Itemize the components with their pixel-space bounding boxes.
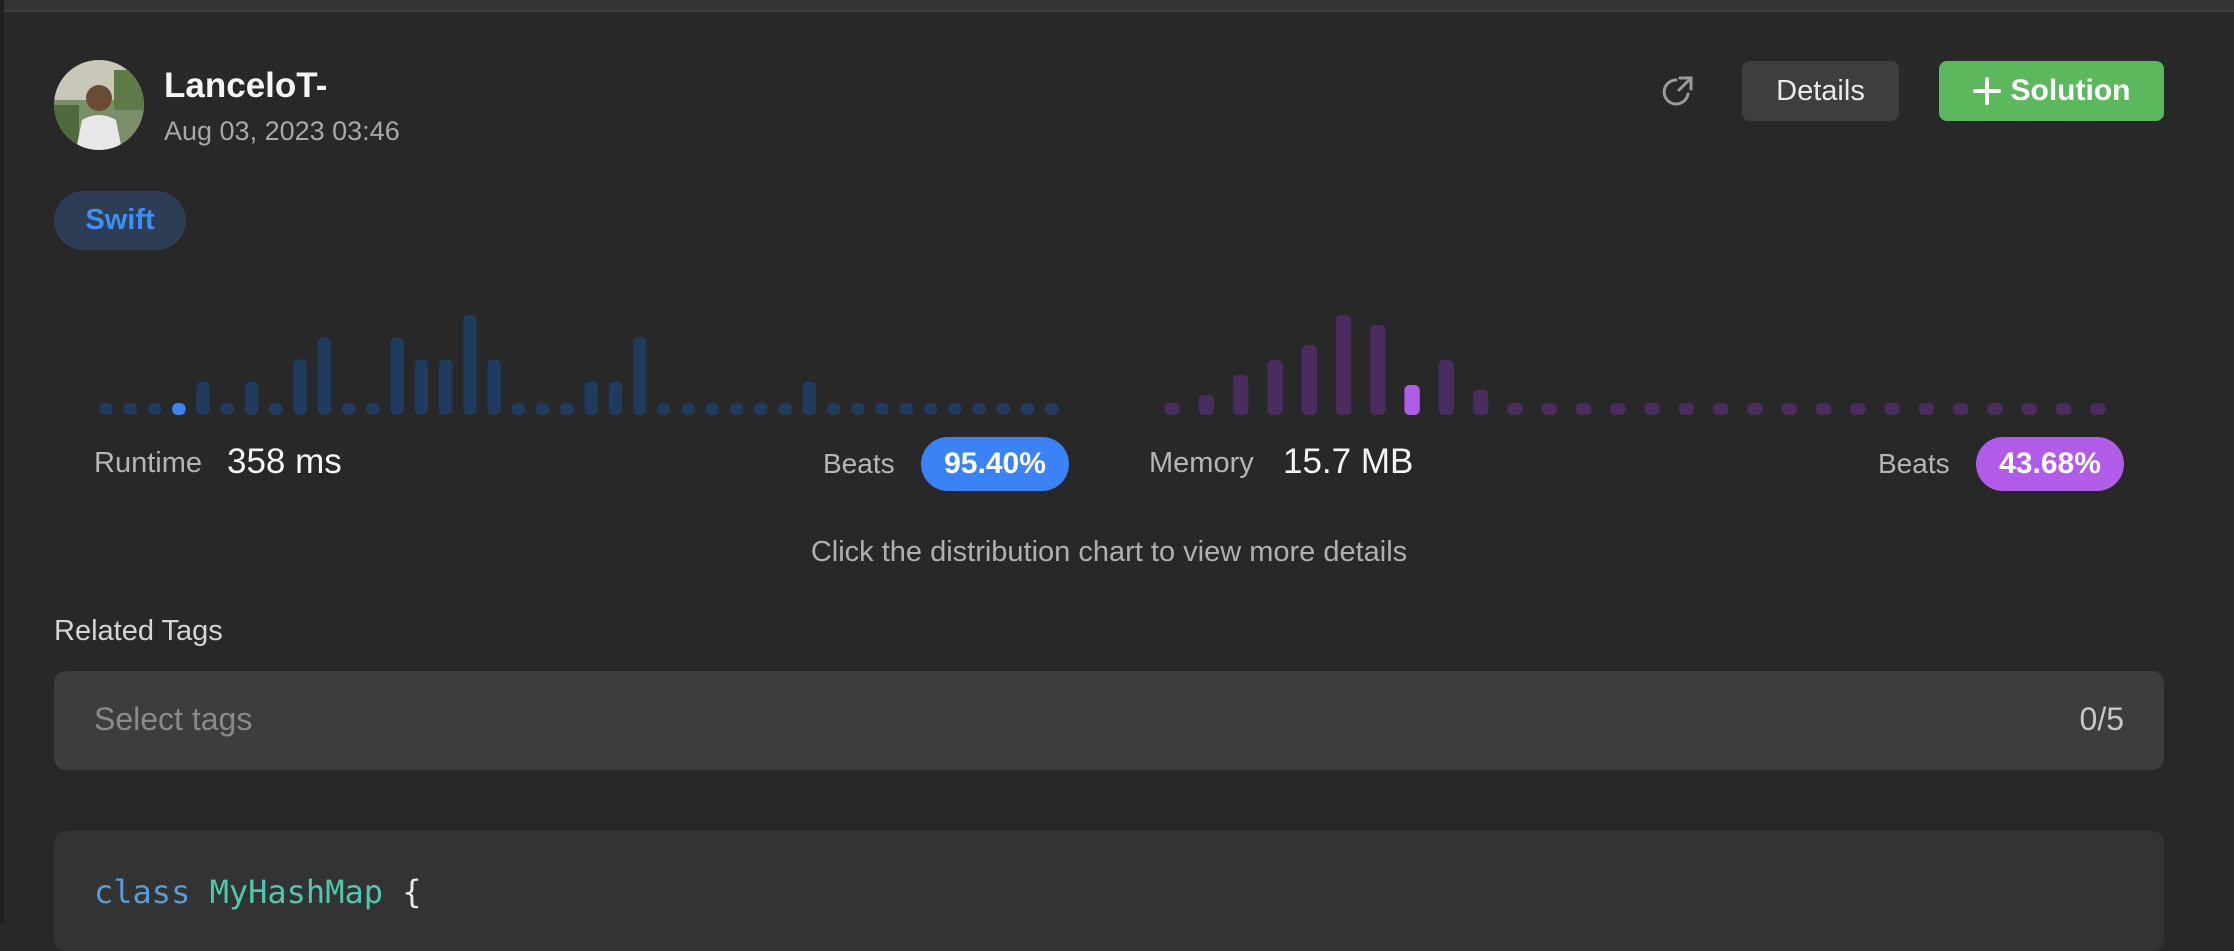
related-tags-title: Related Tags bbox=[54, 615, 223, 647]
memory-beats-label: Beats bbox=[1878, 448, 1950, 479]
chart-bar[interactable] bbox=[1781, 403, 1797, 415]
chart-bar[interactable] bbox=[536, 403, 550, 415]
chart-bar[interactable] bbox=[1987, 403, 2003, 415]
chart-bar[interactable] bbox=[1021, 403, 1035, 415]
chart-bar[interactable] bbox=[463, 315, 477, 415]
code-keyword: class bbox=[94, 873, 191, 911]
code-brace: { bbox=[402, 873, 422, 911]
code-type: MyHashMap bbox=[209, 873, 383, 911]
chart-bar[interactable] bbox=[1404, 385, 1420, 415]
chart-bar[interactable] bbox=[414, 359, 428, 415]
runtime-beats-badge: 95.40% bbox=[921, 437, 1069, 491]
chart-bar[interactable] bbox=[439, 359, 453, 415]
tags-count: 0/5 bbox=[2079, 701, 2124, 737]
chart-bar[interactable] bbox=[851, 403, 865, 415]
memory-label: Memory bbox=[1149, 447, 1254, 479]
tags-select[interactable]: Select tags 0/5 bbox=[54, 671, 2164, 770]
details-button[interactable]: Details bbox=[1742, 61, 1899, 121]
chart-bar[interactable] bbox=[172, 403, 186, 415]
chart-bar[interactable] bbox=[317, 337, 331, 415]
chart-bar[interactable] bbox=[220, 403, 234, 415]
language-badge[interactable]: Swift bbox=[54, 191, 186, 250]
chart-bar[interactable] bbox=[802, 381, 816, 415]
chart-bar[interactable] bbox=[1713, 403, 1729, 415]
chart-bar[interactable] bbox=[681, 403, 695, 415]
chart-bar[interactable] bbox=[899, 403, 913, 415]
runtime-beats-label: Beats bbox=[823, 448, 895, 479]
chart-bar[interactable] bbox=[1884, 403, 1900, 415]
chart-bar[interactable] bbox=[584, 381, 598, 415]
chart-bar[interactable] bbox=[1541, 403, 1557, 415]
chart-bar[interactable] bbox=[1233, 375, 1249, 415]
memory-distribution-chart[interactable] bbox=[1155, 300, 2135, 420]
chart-bar[interactable] bbox=[2090, 403, 2106, 415]
chart-bar[interactable] bbox=[511, 403, 525, 415]
chart-bar[interactable] bbox=[948, 403, 962, 415]
share-icon[interactable] bbox=[1658, 72, 1698, 112]
solution-label: Solution bbox=[2010, 74, 2131, 107]
left-divider bbox=[0, 0, 4, 924]
chart-bar[interactable] bbox=[1370, 325, 1386, 415]
chart-bar[interactable] bbox=[123, 403, 137, 415]
chart-bar[interactable] bbox=[269, 403, 283, 415]
chart-bar[interactable] bbox=[1850, 403, 1866, 415]
chart-bar[interactable] bbox=[1507, 403, 1523, 415]
chart-bar[interactable] bbox=[1953, 403, 1969, 415]
chart-bar[interactable] bbox=[1267, 360, 1283, 415]
chart-bar[interactable] bbox=[827, 403, 841, 415]
chart-bar[interactable] bbox=[1747, 403, 1763, 415]
chart-bar[interactable] bbox=[342, 403, 356, 415]
chart-bar[interactable] bbox=[608, 381, 622, 415]
chart-bar[interactable] bbox=[99, 403, 113, 415]
chart-bar[interactable] bbox=[560, 403, 574, 415]
chart-bar[interactable] bbox=[730, 403, 744, 415]
tags-placeholder: Select tags bbox=[94, 701, 253, 737]
memory-value: 15.7 MB bbox=[1283, 442, 1414, 481]
chart-bar[interactable] bbox=[924, 403, 938, 415]
chart-bar[interactable] bbox=[293, 359, 307, 415]
chart-bar[interactable] bbox=[1610, 403, 1626, 415]
chart-bar[interactable] bbox=[1644, 403, 1660, 415]
code-line: class MyHashMap { bbox=[94, 873, 422, 911]
chart-hint: Click the distribution chart to view mor… bbox=[810, 536, 1408, 568]
chart-bar[interactable] bbox=[875, 403, 889, 415]
chart-bar[interactable] bbox=[1045, 403, 1059, 415]
chart-bar[interactable] bbox=[366, 403, 380, 415]
chart-bar[interactable] bbox=[2055, 403, 2072, 415]
chart-bar[interactable] bbox=[1164, 403, 1180, 415]
chart-bar[interactable] bbox=[390, 337, 404, 415]
chart-bar[interactable] bbox=[1301, 345, 1317, 415]
chart-bar[interactable] bbox=[1815, 403, 1832, 415]
chart-bar[interactable] bbox=[1575, 403, 1592, 415]
chart-bar[interactable] bbox=[778, 403, 792, 415]
add-solution-button[interactable]: Solution bbox=[1939, 61, 2164, 121]
plus-icon bbox=[1972, 77, 2001, 105]
runtime-distribution-chart[interactable] bbox=[94, 300, 1074, 420]
submission-date: Aug 03, 2023 03:46 bbox=[164, 116, 400, 146]
chart-bar[interactable] bbox=[1198, 395, 1215, 415]
chart-bar[interactable] bbox=[148, 403, 162, 415]
username[interactable]: LanceloT- bbox=[164, 66, 327, 106]
chart-bar[interactable] bbox=[1473, 390, 1489, 415]
runtime-label: Runtime bbox=[94, 447, 202, 479]
chart-bar[interactable] bbox=[196, 381, 210, 415]
memory-beats-badge: 43.68% bbox=[1976, 437, 2124, 491]
chart-bar[interactable] bbox=[1918, 403, 1935, 415]
chart-bar[interactable] bbox=[245, 381, 259, 415]
chart-bar[interactable] bbox=[996, 403, 1010, 415]
code-block[interactable]: class MyHashMap { bbox=[54, 831, 2164, 951]
chart-bar[interactable] bbox=[705, 403, 719, 415]
chart-bar[interactable] bbox=[972, 403, 986, 415]
chart-bar[interactable] bbox=[1335, 315, 1352, 415]
top-divider bbox=[0, 0, 2234, 12]
chart-bar[interactable] bbox=[1678, 403, 1695, 415]
chart-bar[interactable] bbox=[754, 403, 768, 415]
chart-bar[interactable] bbox=[657, 403, 671, 415]
avatar[interactable] bbox=[54, 60, 144, 150]
runtime-value: 358 ms bbox=[227, 442, 342, 481]
chart-bar[interactable] bbox=[633, 337, 647, 415]
chart-bar[interactable] bbox=[2021, 403, 2037, 415]
chart-bar[interactable] bbox=[487, 359, 501, 415]
chart-bar[interactable] bbox=[1438, 360, 1455, 415]
